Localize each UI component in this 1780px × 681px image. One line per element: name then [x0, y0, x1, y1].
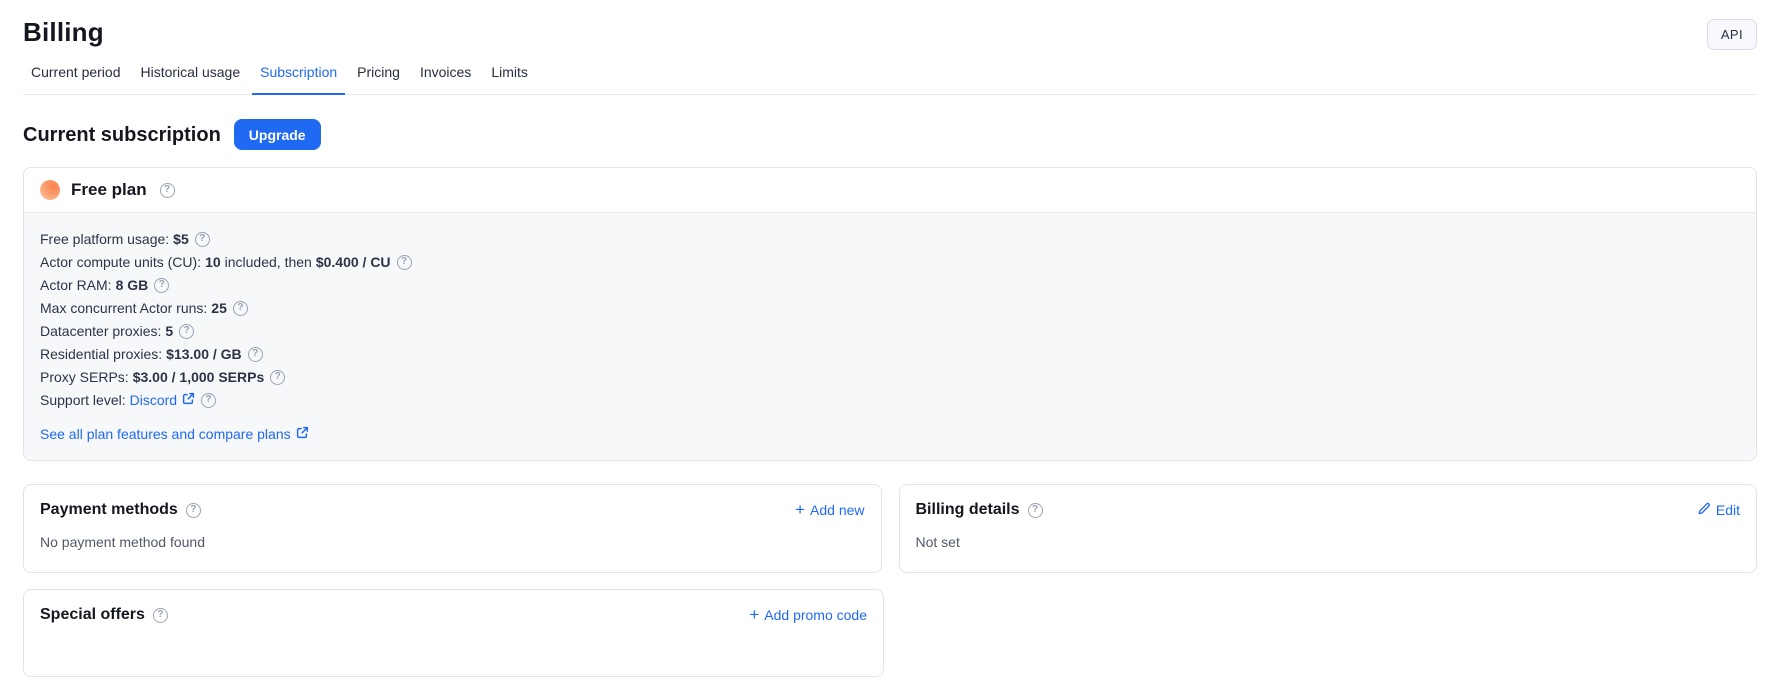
- help-icon[interactable]: ?: [201, 393, 216, 408]
- help-icon[interactable]: ?: [233, 301, 248, 316]
- row-value-2: $0.400 / CU: [316, 252, 391, 272]
- row-label: Proxy SERPs:: [40, 367, 129, 387]
- row-value: $3.00 / 1,000 SERPs: [133, 367, 265, 387]
- payment-methods-card: Payment methods ? + Add new No payment m…: [23, 484, 882, 573]
- plus-icon: +: [749, 608, 759, 622]
- current-subscription-header: Current subscription Upgrade: [23, 119, 1757, 150]
- row-value: 8 GB: [116, 275, 149, 295]
- pencil-icon: [1697, 502, 1711, 519]
- tab-pricing[interactable]: Pricing: [349, 58, 408, 95]
- edit-billing-details-button[interactable]: Edit: [1697, 502, 1740, 519]
- plan-row-proxy-serps: Proxy SERPs: $3.00 / 1,000 SERPs ?: [40, 367, 1740, 387]
- billing-tabs: Current period Historical usage Subscrip…: [23, 58, 1757, 95]
- add-promo-code-label: Add promo code: [764, 607, 867, 623]
- row-value: $13.00 / GB: [166, 344, 242, 364]
- plan-card-body: Free platform usage: $5 ? Actor compute …: [24, 212, 1756, 460]
- billing-page: Billing API Current period Historical us…: [0, 0, 1780, 681]
- help-icon[interactable]: ?: [1028, 503, 1043, 518]
- billing-details-card: Billing details ? Edit Not set: [899, 484, 1758, 573]
- compare-plans-link[interactable]: See all plan features and compare plans: [40, 426, 309, 442]
- help-icon[interactable]: ?: [179, 324, 194, 339]
- row-label: Residential proxies:: [40, 344, 162, 364]
- tab-historical-usage[interactable]: Historical usage: [133, 58, 249, 95]
- help-icon[interactable]: ?: [248, 347, 263, 362]
- plan-name: Free plan: [71, 180, 147, 200]
- upgrade-button[interactable]: Upgrade: [234, 119, 321, 150]
- tab-current-period[interactable]: Current period: [23, 58, 129, 95]
- external-link-icon: [182, 390, 195, 410]
- api-button[interactable]: API: [1707, 19, 1757, 50]
- plan-row-compute-units: Actor compute units (CU): 10 included, t…: [40, 252, 1740, 272]
- billing-cards-row: Payment methods ? + Add new No payment m…: [23, 484, 1757, 573]
- row-label: Datacenter proxies:: [40, 321, 161, 341]
- row-value: 10: [205, 252, 221, 272]
- help-icon[interactable]: ?: [195, 232, 210, 247]
- payment-methods-empty-state: No payment method found: [40, 534, 865, 550]
- add-payment-method-button[interactable]: + Add new: [795, 502, 864, 518]
- help-icon[interactable]: ?: [270, 370, 285, 385]
- row-value: 25: [211, 298, 227, 318]
- help-icon[interactable]: ?: [154, 278, 169, 293]
- edit-billing-details-label: Edit: [1716, 502, 1740, 518]
- plan-badge-icon: [40, 180, 60, 200]
- compare-plans-row: See all plan features and compare plans: [40, 426, 1740, 442]
- tab-subscription[interactable]: Subscription: [252, 58, 345, 95]
- plan-row-actor-ram: Actor RAM: 8 GB ?: [40, 275, 1740, 295]
- plan-row-residential-proxies: Residential proxies: $13.00 / GB ?: [40, 344, 1740, 364]
- add-promo-code-button[interactable]: + Add promo code: [749, 607, 867, 623]
- row-mid-text: included, then: [225, 252, 312, 272]
- plan-row-datacenter-proxies: Datacenter proxies: 5 ?: [40, 321, 1740, 341]
- row-label: Support level:: [40, 390, 126, 410]
- billing-details-header: Billing details ? Edit: [916, 500, 1741, 520]
- row-label: Max concurrent Actor runs:: [40, 298, 207, 318]
- help-icon[interactable]: ?: [186, 503, 201, 518]
- page-title: Billing: [23, 0, 1757, 47]
- payment-methods-header: Payment methods ? + Add new: [40, 500, 865, 520]
- tab-limits[interactable]: Limits: [483, 58, 536, 95]
- row-value: $5: [173, 229, 189, 249]
- add-payment-method-label: Add new: [810, 502, 864, 518]
- row-label: Actor RAM:: [40, 275, 112, 295]
- plan-row-support-level: Support level: Discord ?: [40, 390, 1740, 410]
- plan-row-concurrent-runs: Max concurrent Actor runs: 25 ?: [40, 298, 1740, 318]
- plan-card-header: Free plan ?: [24, 168, 1756, 212]
- plan-row-platform-usage: Free platform usage: $5 ?: [40, 229, 1740, 249]
- row-value: 5: [165, 321, 173, 341]
- section-title: Current subscription: [23, 123, 221, 147]
- payment-methods-title: Payment methods: [40, 500, 178, 520]
- plus-icon: +: [795, 503, 805, 517]
- plan-card: Free plan ? Free platform usage: $5 ? Ac…: [23, 167, 1757, 461]
- discord-link-label: Discord: [130, 390, 177, 410]
- row-label: Actor compute units (CU):: [40, 252, 201, 272]
- help-icon[interactable]: ?: [153, 608, 168, 623]
- billing-details-title: Billing details: [916, 500, 1020, 520]
- external-link-icon: [296, 426, 309, 442]
- help-icon[interactable]: ?: [160, 183, 175, 198]
- help-icon[interactable]: ?: [397, 255, 412, 270]
- tab-invoices[interactable]: Invoices: [412, 58, 479, 95]
- compare-plans-label: See all plan features and compare plans: [40, 426, 291, 442]
- row-label: Free platform usage:: [40, 229, 169, 249]
- special-offers-title: Special offers: [40, 605, 145, 625]
- billing-details-empty-state: Not set: [916, 534, 1741, 550]
- discord-link[interactable]: Discord: [130, 390, 195, 410]
- special-offers-header: Special offers ? + Add promo code: [40, 605, 867, 625]
- special-offers-card: Special offers ? + Add promo code: [23, 589, 884, 677]
